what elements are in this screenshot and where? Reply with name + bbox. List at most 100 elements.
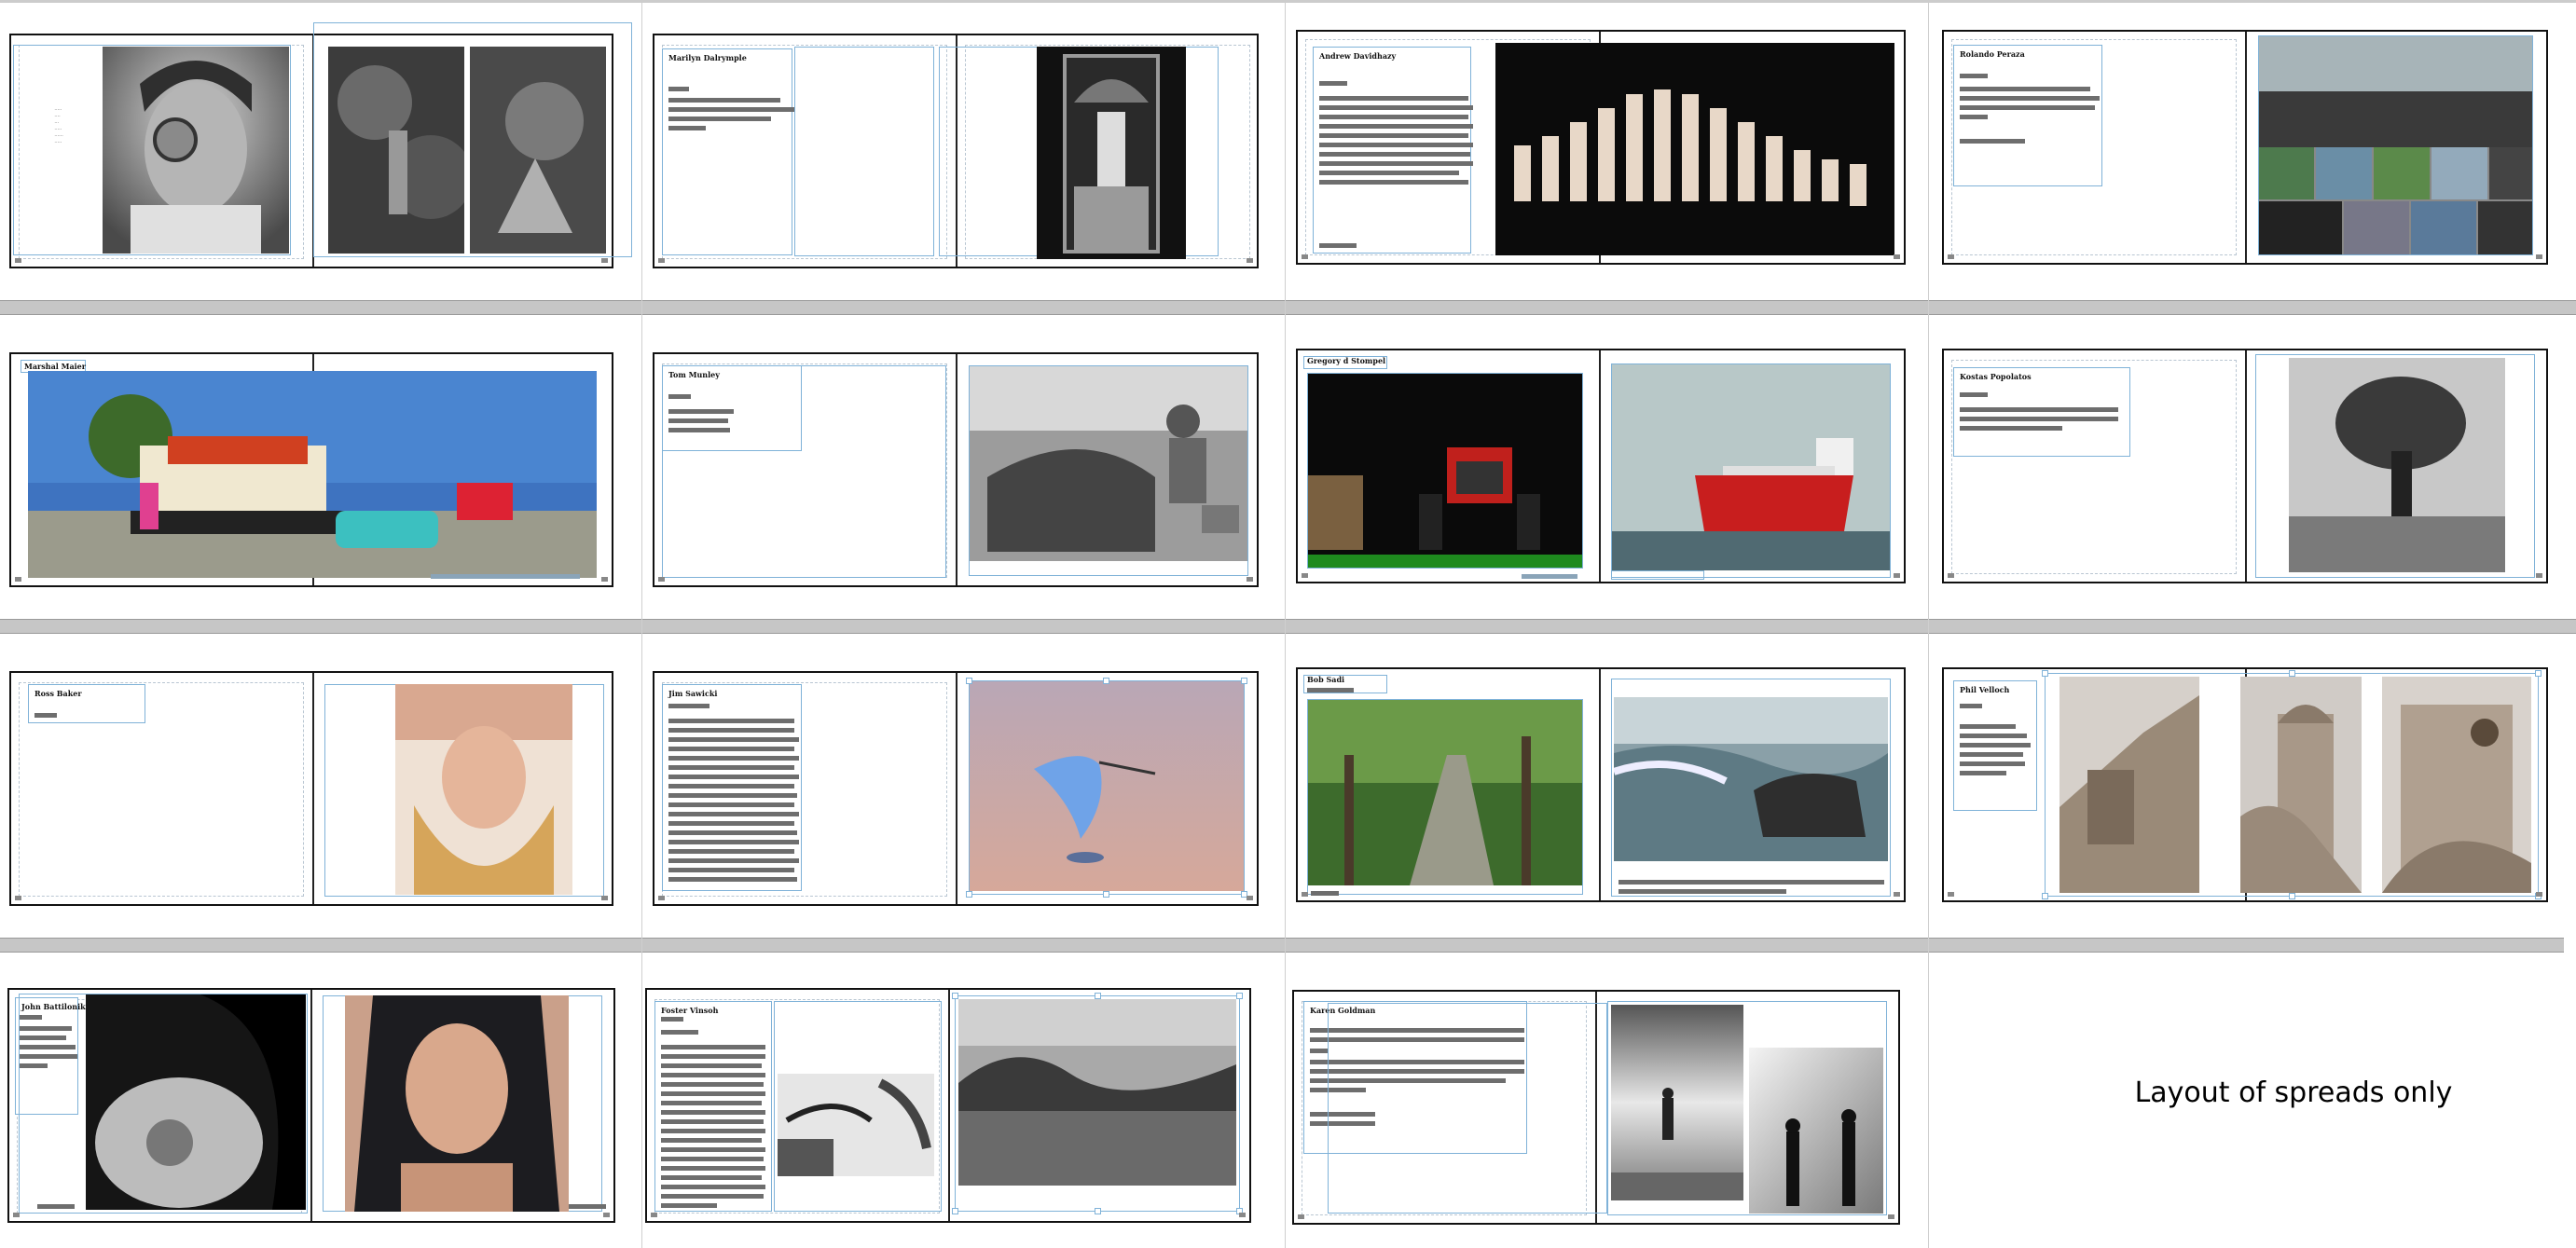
- page-number: [15, 577, 21, 582]
- text-line: [661, 1054, 765, 1059]
- author-name: Foster Vinsoh: [661, 1006, 719, 1015]
- text-line: [1960, 74, 1988, 78]
- text-line: [1619, 880, 1884, 885]
- page-number: [1247, 258, 1253, 263]
- photo-olive-tree[interactable]: [2289, 358, 2505, 572]
- image-frame-selected[interactable]: [969, 680, 1245, 895]
- photo-children-playing[interactable]: [470, 47, 606, 254]
- text-line: [668, 394, 691, 399]
- photo-blonde-woman[interactable]: [395, 684, 572, 895]
- photo-runner-in-mist[interactable]: [1611, 1005, 1743, 1200]
- text-frame[interactable]: Marilyn Dalrymple: [662, 48, 794, 255]
- photo-monastery-right[interactable]: [2382, 677, 2531, 893]
- page-number: [1302, 254, 1308, 259]
- column-separator: [1285, 0, 1286, 1248]
- text-frame-secondary[interactable]: [1328, 1003, 1607, 1214]
- photo-figures-in-spray[interactable]: [1749, 1048, 1883, 1214]
- text-line: [1319, 96, 1468, 101]
- image-frame[interactable]: [969, 365, 1248, 576]
- image-frame[interactable]: [1611, 363, 1891, 578]
- spread-6[interactable]: Tom Munley: [653, 352, 1259, 587]
- photo-woman-portrait[interactable]: [345, 995, 569, 1212]
- spread-9[interactable]: Ross Baker: [9, 671, 613, 906]
- resize-handle[interactable]: [2289, 670, 2295, 677]
- resize-handle[interactable]: [1095, 993, 1101, 999]
- resize-handle[interactable]: [1103, 891, 1109, 898]
- text-line: [1319, 115, 1468, 119]
- column-separator: [1928, 0, 1929, 1248]
- image-frame[interactable]: [19, 994, 308, 1214]
- spread-3[interactable]: Andrew Davidhazy: [1296, 30, 1906, 265]
- resize-handle[interactable]: [1236, 993, 1243, 999]
- resize-handle[interactable]: [2289, 893, 2295, 899]
- photo-mirror-reflection[interactable]: [778, 1074, 934, 1176]
- image-frame[interactable]: [13, 45, 291, 255]
- resize-handle[interactable]: [952, 993, 958, 999]
- photo-rocky-beach[interactable]: [958, 999, 1236, 1186]
- resize-handle[interactable]: [966, 891, 972, 898]
- resize-handle[interactable]: [2042, 893, 2048, 899]
- resize-handle[interactable]: [1095, 1208, 1101, 1214]
- text-line: [1319, 133, 1468, 138]
- resize-handle[interactable]: [2042, 670, 2048, 677]
- spread-14[interactable]: Foster Vinsoh: [645, 988, 1251, 1223]
- caption-frame[interactable]: [1611, 570, 1704, 580]
- text-line: [1960, 105, 2095, 110]
- page-number: [2536, 573, 2542, 578]
- resize-handle[interactable]: [966, 678, 972, 684]
- text-frame[interactable]: Andrew Davidhazy: [1313, 47, 1473, 254]
- page-number: [651, 1213, 657, 1217]
- resize-handle[interactable]: [952, 1208, 958, 1214]
- page-number: [1302, 573, 1308, 578]
- page-number: [1948, 892, 1954, 897]
- text-frame[interactable]: Kostas Popolatos: [1953, 367, 2130, 457]
- photo-forest-figure[interactable]: [328, 47, 464, 254]
- text-frame[interactable]: Phil Velloch: [1953, 680, 2037, 811]
- spread-spine: [1599, 669, 1601, 900]
- text-line: [1960, 704, 1982, 708]
- resize-handle[interactable]: [1241, 678, 1247, 684]
- text-frame[interactable]: Tom Munley: [662, 365, 802, 451]
- text-frame-secondary[interactable]: [794, 47, 934, 256]
- page-number: [2536, 254, 2542, 259]
- spread-15[interactable]: Karen Goldman: [1292, 990, 1900, 1225]
- spread-1[interactable]: ····· ···· ··· ····· ······ ·····: [9, 22, 632, 268]
- photo-ocean-waves-rocks[interactable]: [1614, 697, 1888, 861]
- resize-handle[interactable]: [1103, 678, 1109, 684]
- text-line: [1619, 889, 1786, 894]
- image-frame[interactable]: [2258, 35, 2533, 255]
- spread-5[interactable]: Marshal Maier: [9, 352, 613, 587]
- layout-note: Layout of spreads only: [2134, 1077, 2453, 1109]
- text-line: [1960, 734, 2027, 738]
- spread-8[interactable]: Kostas Popolatos: [1942, 349, 2548, 583]
- text-line: [661, 1030, 698, 1035]
- spread-12[interactable]: Phil Velloch: [1942, 667, 2548, 902]
- page-number: [13, 1213, 20, 1217]
- text-line: [668, 830, 797, 835]
- author-name: Rolando Peraza: [1960, 49, 2025, 59]
- spread-13[interactable]: John Battilonik: [7, 988, 615, 1223]
- text-line: [661, 1082, 764, 1087]
- spread-11[interactable]: Bob Sadi: [1296, 667, 1906, 902]
- text-frame[interactable]: Ross Baker: [28, 684, 145, 723]
- image-frame[interactable]: [1307, 699, 1583, 895]
- photo-monastery-left[interactable]: [2059, 677, 2199, 893]
- row-separator: [0, 619, 2576, 634]
- page-number: [1948, 254, 1954, 259]
- spread-10[interactable]: Jim Sawicki: [653, 671, 1259, 906]
- photo-gate-doorway[interactable]: [1037, 47, 1186, 259]
- spread-2[interactable]: Marilyn Dalrymple: [653, 34, 1259, 268]
- text-frame[interactable]: Rolando Peraza: [1953, 45, 2102, 186]
- text-frame[interactable]: Jim Sawicki: [662, 684, 802, 891]
- photo-monastery-center[interactable]: [2240, 677, 2362, 893]
- text-line: [668, 117, 771, 121]
- spread-4[interactable]: Rolando Peraza: [1942, 30, 2548, 265]
- spread-7[interactable]: Gregory d Stompel: [1296, 349, 1906, 583]
- image-frame[interactable]: [1307, 373, 1583, 569]
- resize-handle[interactable]: [2535, 670, 2542, 677]
- photo-dancers[interactable]: [1495, 43, 1894, 255]
- photo-diner-with-car[interactable]: [28, 371, 597, 578]
- text-frame[interactable]: Foster Vinsoh: [654, 1001, 772, 1212]
- page-number: [658, 577, 665, 582]
- author-name: Kostas Popolatos: [1960, 372, 2032, 381]
